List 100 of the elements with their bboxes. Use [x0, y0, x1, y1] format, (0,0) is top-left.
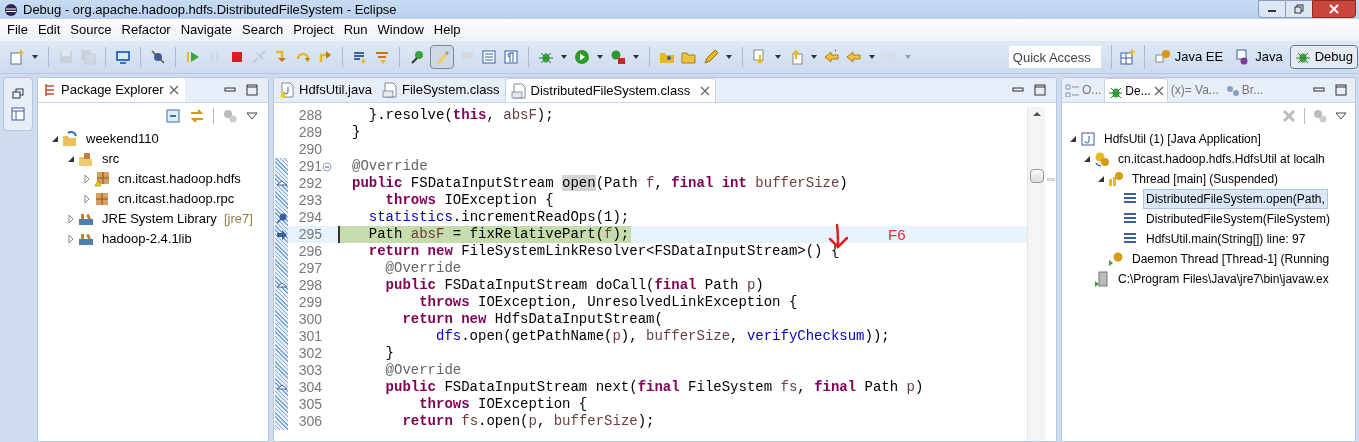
- perspective-button[interactable]: Debug: [1289, 45, 1358, 69]
- perspective-button[interactable]: Java: [1230, 45, 1288, 69]
- view-tab[interactable]: O...: [1062, 78, 1105, 102]
- maximize-icon[interactable]: [246, 84, 258, 96]
- menu-item[interactable]: File: [2, 20, 33, 40]
- tree-item[interactable]: cn.itcast.hadoop.rpc: [115, 189, 238, 209]
- menu-item[interactable]: Project: [288, 20, 339, 40]
- tree-item[interactable]: DistributedFileSystem(FileSystem): [1143, 209, 1334, 229]
- view-menu-icon[interactable]: [1335, 110, 1347, 122]
- window-title: Debug - org.apache.hadoop.hdfs.DistributedFileSystem - Eclipse: [23, 0, 397, 19]
- menu-item[interactable]: Navigate: [175, 20, 237, 40]
- open-perspective-icon[interactable]: [1119, 49, 1136, 65]
- expanded-arrow-icon[interactable]: [1096, 174, 1106, 184]
- menu-item[interactable]: Edit: [32, 20, 66, 40]
- editor-tab[interactable]: DistributedFileSystem.class: [504, 78, 717, 102]
- view-tab[interactable]: (x)= Va...: [1167, 78, 1222, 102]
- line-number: 294: [297, 209, 322, 226]
- collapsed-arrow-icon[interactable]: [66, 234, 76, 244]
- code-line: public FSDataInputStream doCall(final Path p): [384, 277, 765, 294]
- package-folder-icon: [78, 151, 94, 167]
- tool-run-icon[interactable]: [610, 49, 626, 65]
- expanded-arrow-icon[interactable]: [50, 134, 60, 144]
- layout-icon[interactable]: [11, 107, 25, 121]
- menu-item[interactable]: Run: [338, 20, 373, 40]
- java-app-icon: [1080, 131, 1096, 147]
- view-tab[interactable]: Br...: [1221, 78, 1267, 102]
- menu-item[interactable]: Source: [65, 20, 117, 40]
- pencil-icon[interactable]: [703, 49, 719, 65]
- expanded-arrow-icon[interactable]: [1068, 134, 1078, 144]
- close-icon[interactable]: [700, 85, 711, 96]
- tree-item[interactable]: HdfsUtil.main(String[]) line: 97: [1143, 229, 1309, 249]
- stop-icon[interactable]: [229, 49, 245, 65]
- view-tab[interactable]: Package Explorer: [38, 78, 185, 102]
- close-icon[interactable]: [168, 85, 179, 95]
- menu-item[interactable]: Search: [237, 20, 289, 40]
- package-warning-icon: [94, 171, 110, 187]
- menu-item[interactable]: Refactor: [116, 20, 176, 40]
- line-number: 289: [297, 124, 322, 141]
- paragraph-mark-icon[interactable]: [503, 49, 519, 65]
- maximize-icon[interactable]: [1335, 84, 1347, 96]
- tree-item[interactable]: hadoop-2.4.1lib: [99, 229, 195, 249]
- tree-item[interactable]: JRE System Library: [99, 209, 220, 229]
- tree-item[interactable]: C:\Program Files\Java\jre7\bin\javaw.ex: [1115, 269, 1332, 289]
- tree-item[interactable]: cn.itcast.hadoop.hdfs.HdfsUtil at localh: [1115, 149, 1328, 169]
- text-block-icon[interactable]: [481, 49, 497, 65]
- expanded-arrow-icon[interactable]: [66, 154, 76, 164]
- menu-item[interactable]: Help: [428, 20, 466, 40]
- restore-icon[interactable]: [12, 88, 24, 100]
- list-arrow-icon[interactable]: [352, 49, 368, 65]
- tree-item[interactable]: src: [99, 149, 123, 169]
- collapse-all-icon[interactable]: [165, 108, 181, 124]
- maximize-icon[interactable]: [1034, 84, 1046, 96]
- collapsed-arrow-icon[interactable]: [82, 174, 92, 184]
- tree-item[interactable]: weekend110: [83, 129, 162, 149]
- step-into-icon[interactable]: [273, 49, 289, 65]
- java-file-icon: [279, 82, 295, 98]
- editor-tab[interactable]: HdfsUtil.java: [274, 78, 377, 102]
- thread-gear-icon: [1108, 171, 1124, 187]
- crossed-dot-icon[interactable]: [150, 49, 166, 65]
- new-file-icon[interactable]: [9, 49, 25, 65]
- tree-item[interactable]: Daemon Thread [Thread-1] (Running: [1129, 249, 1333, 269]
- play-circle-icon[interactable]: [574, 49, 590, 65]
- class-file-icon: [381, 82, 398, 98]
- perspective-button[interactable]: Java EE: [1149, 45, 1229, 69]
- line-number: 296: [297, 243, 322, 260]
- expanded-arrow-icon[interactable]: [1082, 154, 1092, 164]
- open-folder-icon[interactable]: [681, 49, 697, 65]
- filter-arrow-icon[interactable]: [374, 49, 390, 65]
- pin-icon[interactable]: [409, 49, 425, 65]
- step-return-icon[interactable]: [317, 49, 333, 65]
- line-number: 303: [297, 362, 322, 379]
- tree-item[interactable]: HdfsUtil (1) [Java Application]: [1101, 129, 1264, 149]
- collapsed-arrow-icon[interactable]: [82, 194, 92, 204]
- collapsed-arrow-icon[interactable]: [66, 214, 76, 224]
- left-arrow-icon[interactable]: [824, 49, 840, 65]
- tree-item[interactable]: cn.itcast.hadoop.hdfs: [115, 169, 244, 189]
- scrollbar-thumb[interactable]: [1029, 169, 1044, 183]
- view-menu-icon[interactable]: [246, 110, 258, 122]
- close-icon[interactable]: [1153, 85, 1164, 96]
- close-window-button[interactable]: [1312, 0, 1356, 18]
- link-arrows-icon[interactable]: [189, 108, 205, 124]
- editor-tab[interactable]: FileSystem.class: [376, 78, 505, 102]
- left-arrow-icon[interactable]: [846, 49, 862, 65]
- restore-window-button[interactable]: [1286, 0, 1312, 18]
- fold-minus-icon[interactable]: [322, 161, 332, 172]
- minimize-window-button[interactable]: [1258, 0, 1286, 18]
- view-tab[interactable]: De...: [1104, 78, 1168, 102]
- quick-access-field[interactable]: Quick Access: [1008, 46, 1101, 68]
- line-number: 295: [297, 226, 322, 243]
- project-folder-icon: [62, 131, 78, 147]
- line-number: 288: [297, 107, 322, 124]
- resume-icon[interactable]: [185, 49, 201, 65]
- menu-item[interactable]: Window: [372, 20, 429, 40]
- code-line: dfs.open(getPathName(p), bufferSize, verifyChecksum));: [435, 328, 891, 345]
- code-line: public FSDataInputStream open(Path f, final int bufferSize): [351, 175, 849, 192]
- tree-item[interactable]: DistributedFileSystem.open(Path,: [1143, 189, 1328, 209]
- monitor-icon[interactable]: [115, 49, 131, 65]
- tree-item[interactable]: Thread [main] (Suspended): [1129, 169, 1282, 189]
- dots-icon: [1224, 83, 1239, 97]
- scrollbar[interactable]: [1027, 107, 1045, 441]
